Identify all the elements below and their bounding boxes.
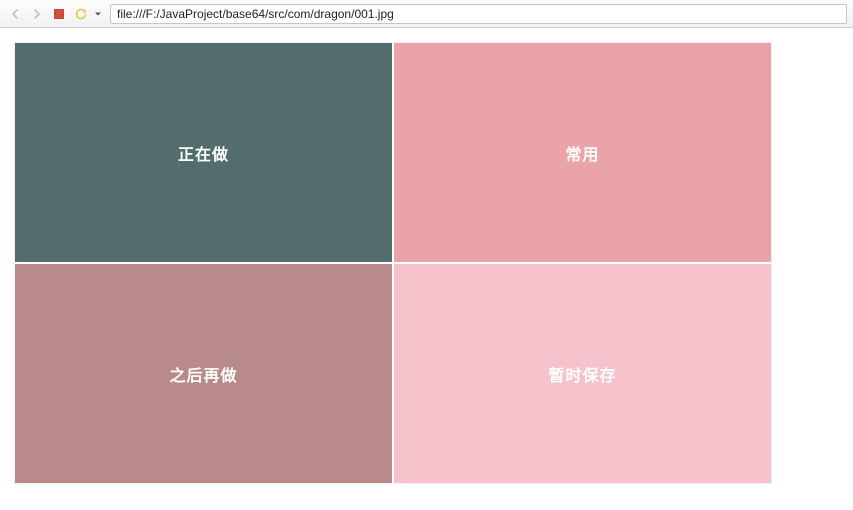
browser-toolbar bbox=[0, 0, 853, 28]
tile-doing[interactable]: 正在做 bbox=[15, 43, 392, 262]
arrow-right-icon bbox=[30, 7, 44, 21]
arrow-left-icon bbox=[8, 7, 22, 21]
tile-label: 暂时保存 bbox=[548, 362, 616, 386]
tile-label: 常用 bbox=[565, 141, 599, 165]
chevron-down-icon bbox=[94, 10, 102, 18]
forward-button[interactable] bbox=[28, 5, 46, 23]
tile-temp-save[interactable]: 暂时保存 bbox=[394, 264, 771, 483]
back-button[interactable] bbox=[6, 5, 24, 23]
viewport: 正在做 常用 之后再做 暂时保存 bbox=[0, 28, 853, 498]
address-bar[interactable] bbox=[110, 4, 847, 24]
dropdown-toggle[interactable] bbox=[94, 5, 102, 23]
refresh-icon bbox=[74, 7, 88, 21]
tile-label: 正在做 bbox=[178, 141, 229, 165]
tile-label: 之后再做 bbox=[169, 362, 237, 386]
tile-grid: 正在做 常用 之后再做 暂时保存 bbox=[14, 42, 772, 484]
tile-frequent[interactable]: 常用 bbox=[394, 43, 771, 262]
refresh-button[interactable] bbox=[72, 5, 90, 23]
stop-icon bbox=[53, 8, 65, 20]
tile-later[interactable]: 之后再做 bbox=[15, 264, 392, 483]
stop-button[interactable] bbox=[50, 5, 68, 23]
